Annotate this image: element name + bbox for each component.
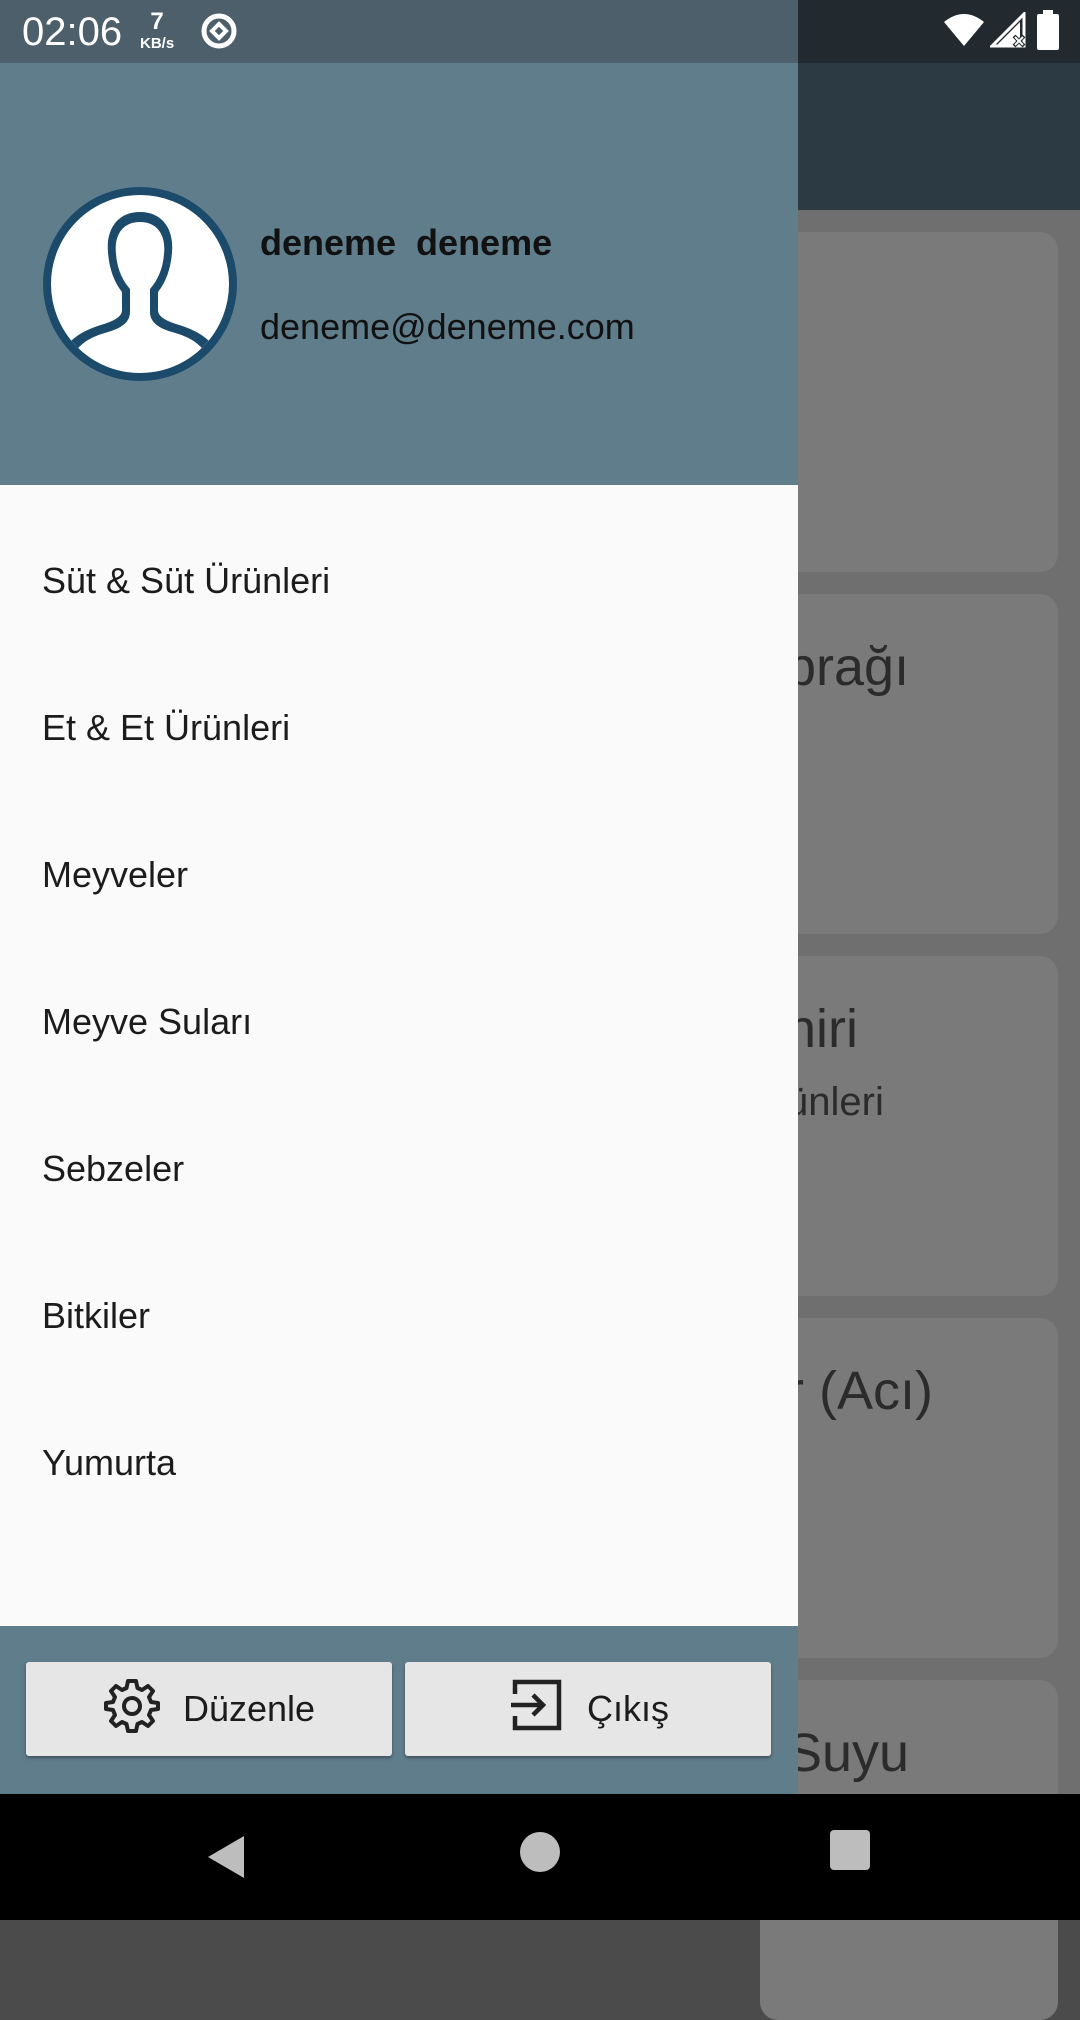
gear-icon — [103, 1676, 161, 1743]
system-navigation-bar — [0, 1794, 1080, 1920]
drawer-header: deneme deneme deneme@deneme.com — [0, 0, 798, 485]
status-bar: 02:06 7 KB/s — [0, 0, 1080, 63]
menu-item-meyveler[interactable]: Meyveler — [0, 801, 798, 948]
menu-item-sebzeler[interactable]: Sebzeler — [0, 1095, 798, 1242]
menu-item-bitkiler[interactable]: Bitkiler — [0, 1242, 798, 1389]
menu-item-meyve-sulari[interactable]: Meyve Suları — [0, 948, 798, 1095]
net-speed-unit: KB/s — [140, 35, 175, 52]
background-card-title: r (Acı) — [786, 1361, 933, 1421]
background-card: niri ünleri — [760, 956, 1058, 1296]
menu-item-sut-urunleri[interactable]: Süt & Süt Ürünleri — [0, 507, 798, 654]
edit-button[interactable]: Düzenle — [26, 1662, 392, 1756]
background-card-subtitle: ünleri — [786, 1080, 884, 1124]
wifi-icon — [944, 12, 984, 58]
back-icon[interactable] — [206, 1834, 246, 1885]
net-speed-value: 7 — [150, 8, 164, 35]
navigation-drawer: deneme deneme deneme@deneme.com Süt & Sü… — [0, 0, 798, 1794]
signal-no-data-icon — [988, 10, 1026, 58]
edit-button-label: Düzenle — [182, 1688, 316, 1729]
drawer-menu: Süt & Süt Ürünleri Et & Et Ürünleri Meyv… — [0, 507, 798, 1536]
user-email: deneme@deneme.com — [260, 306, 635, 347]
menu-item-et-urunleri[interactable]: Et & Et Ürünleri — [0, 654, 798, 801]
user-name: deneme deneme — [260, 222, 553, 263]
drawer-footer: Düzenle Çıkış — [0, 1626, 798, 1794]
net-speed: 7 KB/s — [140, 8, 175, 52]
background-card-title: prağı — [786, 637, 910, 697]
data-saver-icon — [200, 12, 238, 60]
logout-button-label: Çıkış — [586, 1688, 669, 1729]
avatar[interactable] — [42, 186, 238, 382]
recent-apps-icon[interactable] — [830, 1830, 870, 1870]
background-card — [760, 232, 1058, 572]
background-card-title: Suyu — [786, 1723, 910, 1783]
status-time: 02:06 — [22, 10, 123, 54]
logout-button[interactable]: Çıkış — [405, 1662, 771, 1756]
background-card: r (Acı) — [760, 1318, 1058, 1658]
exit-icon — [507, 1676, 565, 1743]
background-card: prağı — [760, 594, 1058, 934]
home-icon[interactable] — [520, 1832, 560, 1872]
battery-icon — [1036, 10, 1060, 60]
menu-item-yumurta[interactable]: Yumurta — [0, 1389, 798, 1536]
